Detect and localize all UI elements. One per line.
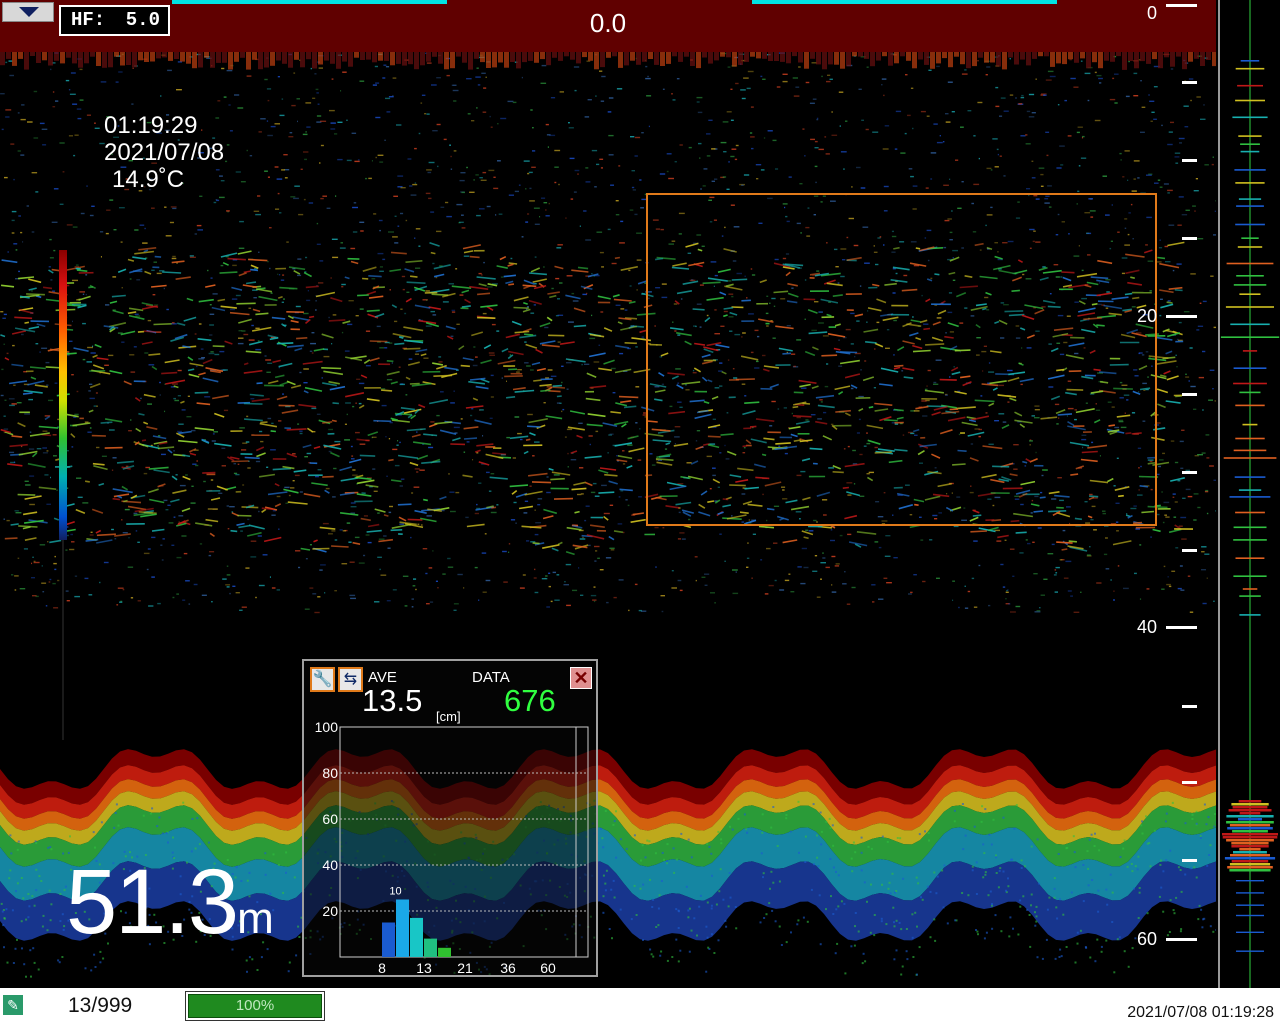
histogram-x-tick: 8	[378, 960, 386, 975]
depth-label-60: 60	[1136, 929, 1157, 949]
progress-text: 100%	[235, 997, 275, 1014]
depth-major-tick	[1166, 4, 1197, 7]
histogram-peak-label: 10	[389, 886, 401, 898]
progress-bar: 100%	[185, 991, 325, 1021]
histogram-y-tick: 80	[322, 765, 338, 781]
status-datetime: 2021/07/08 01:19:28	[1127, 1004, 1274, 1021]
depth-minor-tick	[1182, 859, 1197, 862]
clock-time: 01:19:29	[104, 112, 198, 139]
depth-major-tick	[1166, 938, 1197, 941]
fish-size-histogram-panel[interactable]: 🔧 ⇆ ✕ AVE 13.5 [cm] DATA 676 100 80 60 40 20…	[302, 659, 598, 977]
depth-minor-tick	[1182, 393, 1197, 396]
histogram-x-tick: 13	[416, 960, 432, 975]
water-temperature: 14.9˚C	[112, 166, 185, 193]
echo-color-scale-tail	[62, 540, 64, 740]
histogram-bar	[382, 922, 395, 957]
depth-label-20: 20	[1136, 306, 1157, 326]
header-indicator-segment	[172, 0, 447, 4]
status-bar: ✎ 13/999 100% 2021/07/08 01:19:28	[0, 988, 1280, 1024]
histogram-y-tick: 40	[322, 857, 338, 873]
histogram-x-tick: 60	[540, 960, 556, 975]
ship-speed-readout: 0.0	[589, 8, 627, 38]
depth-label-0: 0	[1146, 3, 1157, 23]
record-status-button[interactable]: ✎	[2, 994, 24, 1016]
histogram-bar	[424, 938, 437, 957]
hf-frequency-box[interactable]: HF: 5.0	[59, 5, 170, 36]
depth-value: 51.3	[66, 851, 239, 953]
hf-label: HF:	[71, 9, 106, 31]
depth-unit: m	[237, 894, 274, 943]
hf-value: 5.0	[125, 9, 160, 31]
file-count: 13/999	[68, 994, 133, 1017]
histogram-y-tick: 20	[322, 903, 338, 919]
menu-dropdown-button[interactable]	[2, 2, 54, 22]
depth-minor-tick	[1182, 781, 1197, 784]
a-scope-canvas	[1220, 0, 1280, 988]
depth-minor-tick	[1182, 549, 1197, 552]
depth-minor-tick	[1182, 81, 1197, 84]
triangle-down-icon	[19, 7, 39, 17]
depth-minor-tick	[1182, 237, 1197, 240]
measurement-range-box[interactable]	[646, 193, 1157, 526]
a-scope-display	[1218, 0, 1280, 988]
histogram-y-tick: 60	[322, 811, 338, 827]
depth-minor-tick	[1182, 471, 1197, 474]
clock-date: 2021/07/08	[104, 139, 225, 166]
histogram-y-tick: 100	[315, 719, 339, 735]
echo-color-scale	[59, 250, 67, 540]
histogram-chart: 100 80 60 40 20 10 8 13 21 36 60	[315, 719, 589, 975]
histogram-bar	[410, 917, 423, 957]
histogram-bar	[438, 947, 451, 957]
depth-major-tick	[1166, 626, 1197, 629]
record-icon: ✎	[7, 997, 19, 1013]
depth-minor-tick	[1182, 159, 1197, 162]
depth-label-40: 40	[1136, 617, 1157, 637]
depth-major-tick	[1166, 315, 1197, 318]
histogram-x-tick: 36	[500, 960, 516, 975]
echo-surface-layer	[0, 52, 1216, 70]
depth-minor-tick	[1182, 705, 1197, 708]
header-bar: HF: 5.0 0.0	[0, 0, 1216, 52]
histogram-x-tick: 21	[457, 960, 473, 975]
histogram-bar	[396, 899, 409, 957]
header-indicator-segment	[752, 0, 1057, 4]
bottom-depth-readout: 51.3m	[66, 852, 274, 969]
histogram-frame	[339, 726, 589, 958]
